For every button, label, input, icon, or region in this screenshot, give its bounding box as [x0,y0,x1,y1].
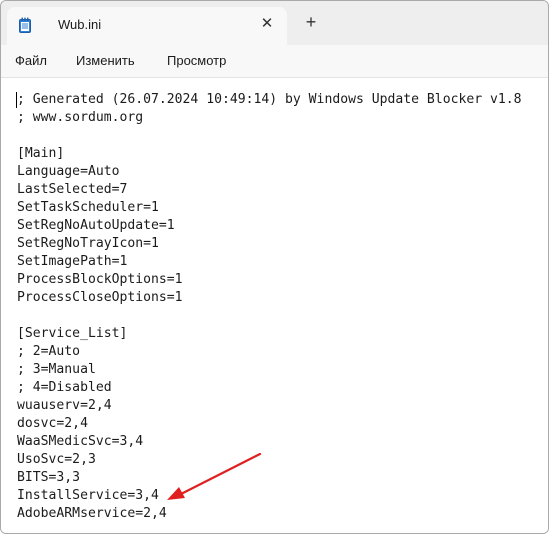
menu-bar: Файл Изменить Просмотр [1,45,548,78]
editor-line: SetRegNoAutoUpdate=1 [17,218,175,233]
editor-line: ; www.sordum.org [17,110,144,125]
editor-line: LastSelected=7 [17,182,128,197]
editor-line: ; Generated (26.07.2024 10:49:14) by Win… [17,92,522,107]
notepad-window: Wub.ini ✕ + Файл Изменить Просмотр ; Gen… [0,0,549,534]
editor-line: AdobeARMservice=2,4 [17,506,167,521]
editor-line: wuauserv=2,4 [17,398,112,413]
editor-line: SetImagePath=1 [17,254,128,269]
editor-line: ProcessBlockOptions=1 [17,272,183,287]
editor-line: ProcessCloseOptions=1 [17,290,183,305]
tab-title: Wub.ini [58,17,102,32]
editor-line: BITS=3,3 [17,470,81,485]
tab-wub-ini[interactable]: Wub.ini ✕ [7,7,287,45]
editor-line: SetTaskScheduler=1 [17,200,159,215]
editor-line: UsoSvc=2,3 [17,452,96,467]
editor-line: WaaSMedicSvc=3,4 [17,434,144,449]
text-editor[interactable]: ; Generated (26.07.2024 10:49:14) by Win… [1,78,548,533]
title-bar: Wub.ini ✕ + [1,1,548,45]
close-tab-icon[interactable]: ✕ [257,14,277,34]
editor-line: ; 3=Manual [17,362,96,377]
editor-line: ; 4=Disabled [17,380,112,395]
new-tab-icon[interactable]: + [301,12,321,32]
editor-line: Language=Auto [17,164,120,179]
menu-view[interactable]: Просмотр [167,51,226,70]
editor-content[interactable]: ; Generated (26.07.2024 10:49:14) by Win… [17,91,522,523]
editor-line: [Main] [17,146,65,161]
editor-line: dosvc=2,4 [17,416,88,431]
editor-line: ; 2=Auto [17,344,81,359]
editor-line: InstallService=3,4 [17,488,159,503]
notepad-icon [19,17,31,33]
editor-line: [Service_List] [17,326,128,341]
editor-line: SetRegNoTrayIcon=1 [17,236,159,251]
menu-file[interactable]: Файл [15,51,47,70]
menu-edit[interactable]: Изменить [76,51,135,70]
